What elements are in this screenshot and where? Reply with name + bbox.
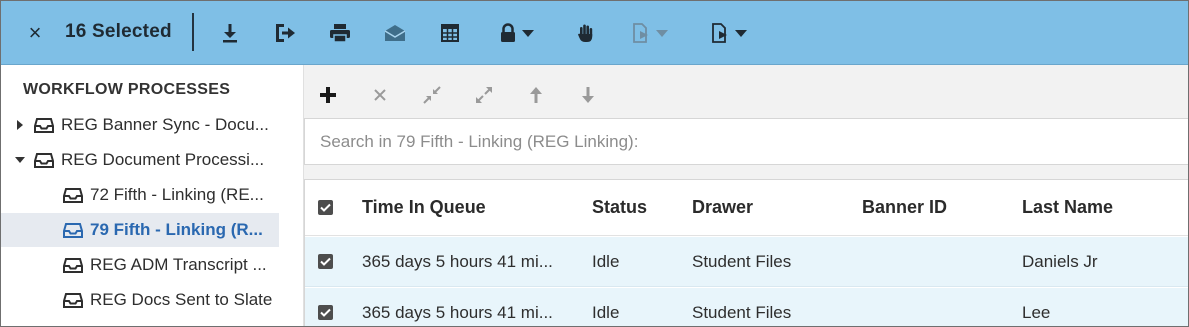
selection-toolbar: × 16 Selected — [1, 1, 1188, 65]
cell-time-in-queue: 365 days 5 hours 41 mi... — [362, 302, 553, 322]
column-header-status[interactable]: Status — [592, 197, 647, 218]
inbox-icon — [63, 187, 83, 203]
close-selection-button[interactable]: × — [23, 19, 47, 47]
cell-last-name: Lee — [1022, 302, 1051, 322]
cell-drawer: Student Files — [692, 251, 792, 271]
sidebar-item-label: REG Docs Sent to Slate — [90, 290, 273, 309]
move-down-button[interactable] — [576, 83, 600, 107]
sidebar-item-reg-adm-transcript[interactable]: REG ADM Transcript ... — [1, 248, 279, 282]
row-checkbox[interactable] — [318, 305, 333, 320]
action-bar — [304, 65, 1188, 117]
remove-button[interactable] — [368, 83, 392, 107]
chevron-down-icon — [656, 29, 668, 37]
document-export-button[interactable] — [707, 19, 751, 47]
remove-icon — [374, 89, 386, 101]
download-button[interactable] — [219, 19, 241, 47]
cell-status: Idle — [592, 251, 620, 271]
column-header-drawer[interactable]: Drawer — [692, 197, 753, 218]
inbox-icon — [63, 292, 83, 308]
inbox-icon — [63, 222, 83, 238]
email-icon — [384, 25, 406, 41]
sidebar-item-reg-document-processing[interactable]: REG Document Processi... — [1, 143, 279, 177]
lock-icon — [501, 23, 515, 42]
column-header-banner-id[interactable]: Banner ID — [862, 197, 947, 218]
sidebar-item-label: REG ADM Transcript ... — [90, 255, 267, 274]
sidebar-item-reg-banner-sync[interactable]: REG Banner Sync - Docu... — [1, 108, 279, 142]
expand-button[interactable] — [472, 83, 496, 107]
selected-count-label: 16 Selected — [65, 21, 172, 42]
inbox-icon — [34, 117, 54, 133]
main-panel: Time In Queue Status Drawer Banner ID La… — [304, 65, 1188, 326]
table-row[interactable]: 365 days 5 hours 41 mi... Idle Student F… — [305, 288, 1188, 326]
email-button[interactable] — [383, 19, 407, 47]
select-all-checkbox[interactable] — [318, 200, 333, 215]
checkmark-icon — [320, 308, 331, 317]
route-icon — [276, 24, 295, 42]
add-button[interactable] — [316, 83, 340, 107]
table-view-button[interactable] — [439, 19, 461, 47]
print-button[interactable] — [328, 19, 352, 47]
move-down-icon — [582, 87, 594, 103]
sidebar-item-reg-docs-sent-to-slate[interactable]: REG Docs Sent to Slate — [1, 283, 279, 317]
lock-menu-button[interactable] — [495, 19, 539, 47]
table-header-row: Time In Queue Status Drawer Banner ID La… — [305, 180, 1188, 236]
inbox-icon — [34, 152, 54, 168]
checkmark-icon — [320, 257, 331, 266]
sidebar-item-label: REG Document Processi... — [61, 150, 265, 169]
hand-button[interactable] — [575, 19, 597, 47]
table-row[interactable]: 365 days 5 hours 41 mi... Idle Student F… — [305, 237, 1188, 287]
download-icon — [223, 24, 237, 43]
chevron-down-icon — [735, 29, 747, 37]
hand-icon — [578, 24, 593, 42]
document-move-icon — [633, 23, 648, 43]
cell-last-name: Daniels Jr — [1022, 251, 1098, 271]
document-move-button[interactable] — [628, 19, 672, 47]
table-icon — [441, 24, 459, 42]
column-header-last-name[interactable]: Last Name — [1022, 197, 1113, 218]
sidebar-title: WORKFLOW PROCESSES — [23, 81, 231, 98]
move-up-button[interactable] — [524, 83, 548, 107]
add-icon — [320, 87, 336, 103]
cell-time-in-queue: 365 days 5 hours 41 mi... — [362, 251, 553, 271]
print-icon — [330, 24, 350, 43]
expand-icon — [476, 87, 492, 103]
checkmark-icon — [320, 203, 331, 212]
collapse-icon — [423, 86, 441, 104]
document-export-icon — [712, 23, 727, 43]
move-up-icon — [530, 87, 542, 103]
inbox-icon — [63, 257, 83, 273]
app-window: × 16 Selected WORKFLOW PROCESSES REG Ban… — [0, 0, 1189, 327]
chevron-down-icon — [522, 29, 534, 37]
queue-table: Time In Queue Status Drawer Banner ID La… — [304, 179, 1188, 326]
cell-drawer: Student Files — [692, 302, 792, 322]
expand-arrow-icon[interactable] — [14, 120, 26, 130]
sidebar-item-label: 72 Fifth - Linking (RE... — [90, 185, 264, 204]
sidebar-item-label: 79 Fifth - Linking (R... — [90, 220, 263, 239]
cell-status: Idle — [592, 302, 620, 322]
collapse-arrow-icon[interactable] — [14, 157, 26, 163]
sidebar-item-72-fifth-linking[interactable]: 72 Fifth - Linking (RE... — [1, 178, 279, 212]
sidebar-item-79-fifth-linking[interactable]: 79 Fifth - Linking (R... — [1, 213, 279, 247]
collapse-button[interactable] — [420, 83, 444, 107]
route-button[interactable] — [273, 19, 297, 47]
sidebar-item-label: REG Banner Sync - Docu... — [61, 115, 269, 134]
search-input[interactable] — [304, 118, 1188, 165]
workflow-sidebar: WORKFLOW PROCESSES REG Banner Sync - Doc… — [1, 65, 304, 326]
toolbar-divider — [192, 13, 194, 51]
row-checkbox[interactable] — [318, 254, 333, 269]
column-header-time-in-queue[interactable]: Time In Queue — [362, 197, 486, 218]
